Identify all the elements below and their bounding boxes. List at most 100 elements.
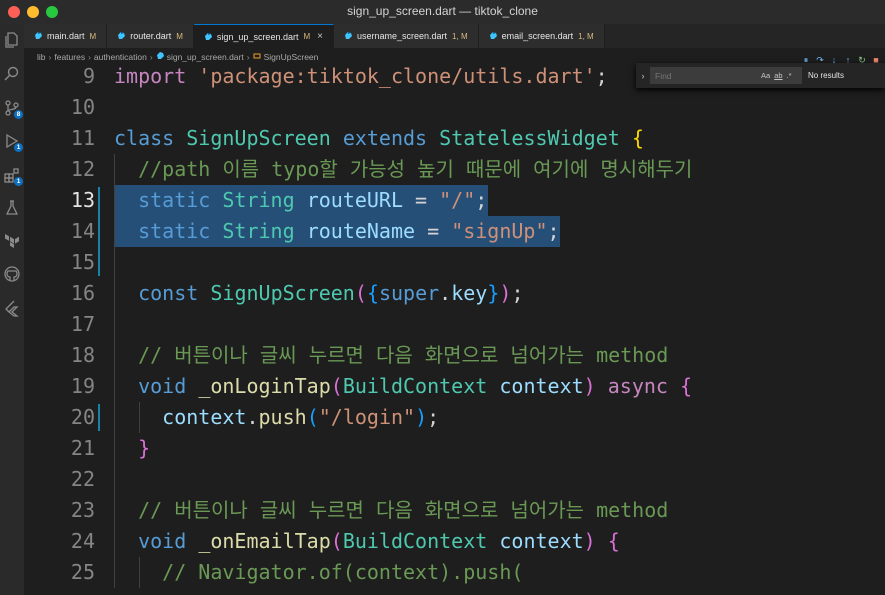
- match-case-toggle[interactable]: Aa: [761, 71, 770, 80]
- line-number: 11: [70, 126, 95, 150]
- code-line[interactable]: 12 //path 이름 typo할 가능성 높기 때문에 여기에 명시해두기: [24, 154, 885, 185]
- code-line[interactable]: 17: [24, 309, 885, 340]
- breadcrumb-item[interactable]: sign_up_screen.dart: [167, 52, 244, 62]
- code-token: .: [246, 405, 259, 429]
- code-line[interactable]: 23 // 버튼이나 글씨 누르면 다음 화면으로 넘어가는 method: [24, 495, 885, 526]
- line-number: 15: [70, 250, 95, 274]
- line-number: 25: [70, 560, 95, 584]
- code-line[interactable]: 11 class SignUpScreen extends StatelessWi…: [24, 123, 885, 154]
- dart-file-icon: [204, 32, 212, 40]
- tab-username-screen-dart[interactable]: username_screen.dart 1, M: [333, 24, 479, 48]
- run-debug-icon[interactable]: 1: [3, 132, 23, 152]
- activity-badge: 1: [14, 177, 23, 186]
- code-token: push: [258, 405, 307, 429]
- code-line[interactable]: 10: [24, 92, 885, 123]
- code-line[interactable]: 13 static String routeURL = "/";: [24, 185, 885, 216]
- dart-file-icon: [156, 51, 164, 62]
- code-token: context: [499, 374, 584, 398]
- regex-toggle[interactable]: .*: [787, 71, 792, 80]
- files-icon[interactable]: [3, 31, 21, 49]
- tab-email-screen-dart[interactable]: email_screen.dart 1, M: [478, 24, 605, 48]
- code-token: .: [439, 281, 452, 305]
- terraform-icon[interactable]: [3, 231, 21, 249]
- tab-label: sign_up_screen.dart: [216, 31, 299, 42]
- code-line[interactable]: 20 context.push("/login");: [24, 402, 885, 433]
- code-token: String: [222, 188, 295, 212]
- breadcrumb-item[interactable]: lib: [37, 52, 46, 62]
- tab-main-dart[interactable]: main.dart M: [24, 24, 108, 48]
- code-token: (: [306, 405, 319, 429]
- code-token: const: [138, 281, 199, 305]
- activity-badge: 1: [14, 143, 23, 152]
- tab-modified-status: M: [176, 31, 183, 41]
- extensions-icon[interactable]: 1: [3, 166, 23, 186]
- tab-label: router.dart: [130, 31, 172, 41]
- flutter-icon[interactable]: [3, 299, 21, 317]
- code-text: import 'package:tiktok_clone/utils.dart'…: [114, 65, 608, 92]
- code-token: (: [330, 374, 343, 398]
- tab-modified-status: 1, M: [578, 31, 594, 41]
- code-line[interactable]: 18 // 버튼이나 글씨 누르면 다음 화면으로 넘어가는 method: [24, 340, 885, 371]
- code-text: // Navigator.of(context).push(: [114, 557, 523, 588]
- dart-file-icon: [118, 32, 126, 39]
- breadcrumb-separator-chevron-icon: ›: [149, 51, 153, 62]
- code-token: _onLoginTap: [198, 374, 331, 398]
- testing-icon[interactable]: [3, 199, 21, 217]
- breadcrumb-item[interactable]: SignUpScreen: [264, 52, 319, 62]
- modified-line-marker: [98, 404, 100, 431]
- line-number: 20: [70, 405, 95, 429]
- source-control-icon[interactable]: 8: [3, 99, 23, 119]
- code-text: }: [114, 433, 150, 464]
- activity-bar: 8 1 1: [0, 24, 24, 595]
- code-line[interactable]: 14 static String routeName = "signUp";: [24, 216, 885, 247]
- code-line[interactable]: 15: [24, 247, 885, 278]
- find-input[interactable]: [655, 70, 757, 81]
- code-text: const SignUpScreen({super.key});: [114, 278, 523, 309]
- find-input-box[interactable]: Aa ab .*: [650, 67, 802, 84]
- code-line[interactable]: 21 }: [24, 433, 885, 464]
- breadcrumb-item[interactable]: features: [54, 52, 85, 62]
- code-token: (: [354, 281, 367, 305]
- window-title: sign_up_screen.dart — tiktok_clone: [347, 4, 538, 18]
- code-editor[interactable]: 9 import 'package:tiktok_clone/utils.dart…: [24, 65, 885, 595]
- code-token: routeName: [306, 219, 416, 243]
- dart-file-icon: [344, 32, 352, 39]
- close-tab-icon[interactable]: ×: [317, 31, 323, 42]
- search-icon[interactable]: [3, 65, 21, 83]
- tab-label: main.dart: [47, 31, 85, 41]
- line-number: 9: [82, 65, 95, 88]
- code-token: 'package:tiktok_clone/utils.dart': [198, 65, 596, 88]
- breadcrumb-separator-chevron-icon: ›: [48, 51, 52, 62]
- tab-modified-status: 1, M: [452, 31, 468, 41]
- tab-router-dart[interactable]: router.dart M: [107, 24, 194, 48]
- indent-guide: [114, 154, 115, 588]
- code-line[interactable]: 22: [24, 464, 885, 495]
- code-token: "/login": [318, 405, 416, 429]
- code-line[interactable]: 16 const SignUpScreen({super.key});: [24, 278, 885, 309]
- code-line[interactable]: 19 void _onLoginTap(BuildContext context…: [24, 371, 885, 402]
- whole-word-toggle[interactable]: ab: [774, 71, 782, 80]
- code-token: }: [138, 436, 151, 460]
- breadcrumb-item[interactable]: authentication: [94, 52, 147, 62]
- toggle-replace-chevron-icon[interactable]: ›: [636, 71, 650, 81]
- code-token: // Navigator.of(context).push(: [162, 560, 524, 584]
- breadcrumb-separator-chevron-icon: ›: [246, 51, 250, 62]
- code-line[interactable]: 24 void _onEmailTap(BuildContext context…: [24, 526, 885, 557]
- code-token: context: [162, 405, 247, 429]
- tab-sign-up-screen-dart[interactable]: sign_up_screen.dart M ×: [193, 24, 334, 48]
- code-text: class SignUpScreen extends StatelessWidg…: [114, 123, 644, 154]
- find-widget: › Aa ab .* No results: [636, 63, 885, 88]
- code-token: async: [607, 374, 668, 398]
- github-icon[interactable]: [3, 265, 21, 283]
- code-token: ;: [475, 188, 488, 212]
- code-line[interactable]: 25 // Navigator.of(context).push(: [24, 557, 885, 588]
